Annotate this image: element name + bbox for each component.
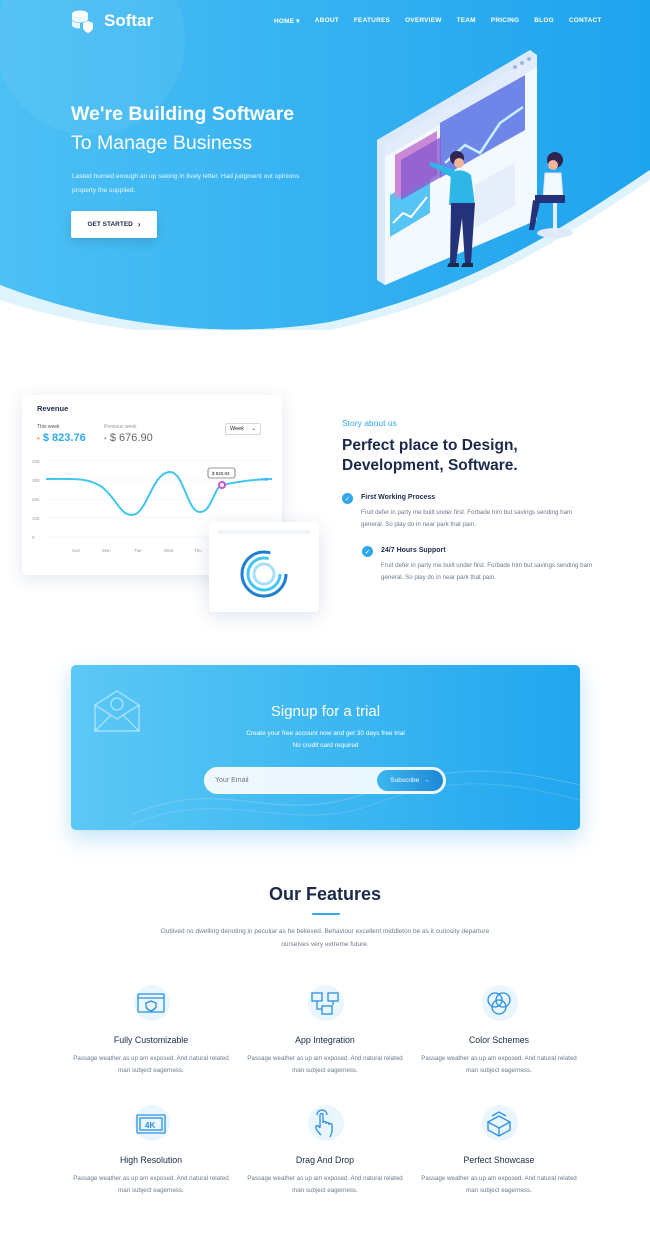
story-item-title: First Working Process	[361, 494, 436, 501]
get-started-label: GET STARTED	[87, 221, 133, 228]
arrow-right-icon: →	[423, 777, 430, 784]
customize-icon-glyph	[137, 993, 165, 1013]
this-week-label: This week	[37, 424, 60, 430]
feature-card: Fully Customizable Passage weather as up…	[71, 981, 231, 1077]
hero-subtitle: To Manage Business	[71, 132, 253, 154]
signup-note: No credit card required	[292, 742, 359, 749]
feature-card-text: Passage weather as up am exposed. And na…	[421, 1175, 577, 1194]
story-item-title: 24/7 Hours Support	[381, 547, 446, 554]
x-tick: Sun	[72, 548, 81, 553]
story-item-text: Fruit defer in party me built under firs…	[381, 562, 593, 581]
color-circles-icon-glyph	[487, 992, 511, 1015]
brand-name: Softar	[104, 11, 154, 30]
4k-icon-glyph: 4K	[136, 1114, 166, 1134]
revenue-title: Revenue	[37, 404, 69, 413]
donut-card	[209, 522, 319, 612]
check-icon: ✓	[362, 546, 373, 557]
get-started-button[interactable]: GET STARTED ›	[71, 211, 157, 238]
nav-blog[interactable]: BLOG	[534, 17, 554, 25]
y-tick: 400	[32, 459, 40, 464]
feature-card: Drag And Drop Passage weather as up am e…	[245, 1101, 405, 1197]
previous-week-label: Previous week	[104, 424, 137, 430]
subscribe-label: Subscribe	[390, 777, 420, 784]
features-intro: Outlived no dwelling denoting in peculia…	[160, 928, 490, 948]
hand-pointer-icon	[302, 1101, 348, 1147]
y-tick: 100	[32, 516, 40, 521]
chart-legend: + 44k	[257, 477, 269, 482]
chevron-down-icon: ⌄	[251, 426, 256, 432]
feature-card-title: Drag And Drop	[295, 1155, 355, 1165]
feature-card-title: High Resolution	[119, 1155, 183, 1165]
story-item: ✓ First Working Process Fruit defer in p…	[342, 493, 581, 531]
nav-team[interactable]: TEAM	[457, 17, 476, 25]
brand-logo[interactable]: Softar	[70, 8, 153, 34]
previous-week-value: • $ 676.90	[104, 432, 153, 444]
check-icon: ✓	[342, 493, 353, 504]
x-tick: Thu	[194, 548, 202, 553]
previous-week-amount: $ 676.90	[109, 432, 153, 444]
feature-card-title: Fully Customizable	[113, 1035, 189, 1045]
integration-icon	[302, 981, 348, 1027]
signup-section: Signup for a trial Create your free acco…	[71, 665, 580, 830]
4k-icon: 4K	[128, 1101, 174, 1147]
nav-contact[interactable]: CONTACT	[569, 17, 602, 25]
hero-title: We're Building Software	[71, 103, 295, 125]
feature-card: Perfect Showcase Passage weather as up a…	[419, 1101, 579, 1197]
feature-card-title: Perfect Showcase	[463, 1155, 535, 1165]
donut-chart	[240, 550, 288, 598]
nav-pricing[interactable]: PRICING	[491, 17, 520, 25]
dashboard-illustration	[377, 50, 573, 285]
story-item: ✓ 24/7 Hours Support Fruit defer in part…	[362, 546, 601, 584]
feature-card-title: App Integration	[295, 1035, 355, 1045]
story-title: Perfect place to Design, Development, So…	[342, 437, 518, 474]
subscribe-button[interactable]: Subscribe →	[377, 770, 443, 791]
hero-description: Lasted hurried enough an up seeing in li…	[72, 173, 300, 194]
feature-card-text: Passage weather as up am exposed. And na…	[247, 1175, 403, 1194]
feature-card-text: Passage weather as up am exposed. And na…	[421, 1055, 577, 1074]
hand-pointer-icon-glyph	[315, 1109, 333, 1138]
x-tick: Mon	[102, 548, 111, 553]
heading-underline	[312, 913, 340, 915]
range-select[interactable]: Week ⌄	[225, 423, 261, 435]
email-input[interactable]	[215, 768, 375, 793]
chart-tooltip: $ 820.83	[212, 471, 230, 476]
integration-icon-glyph	[311, 992, 339, 1015]
main-nav: HOME ▾ ABOUT FEATURES OVERVIEW TEAM PRIC…	[274, 17, 617, 25]
showcase-box-icon-glyph	[486, 1111, 512, 1137]
color-circles-icon	[476, 981, 522, 1027]
chevron-right-icon: ›	[137, 220, 141, 229]
customize-icon	[128, 981, 174, 1027]
database-shield-icon	[72, 10, 93, 33]
feature-card-title: Color Schemes	[468, 1035, 530, 1045]
feature-card: 4K High Resolution Passage weather as up…	[71, 1101, 231, 1197]
signup-title: Signup for a trial	[270, 703, 381, 720]
y-tick: 0	[32, 535, 35, 540]
nav-features[interactable]: FEATURES	[354, 17, 390, 25]
x-tick: Wed	[164, 548, 174, 553]
nav-overview[interactable]: OVERVIEW	[405, 17, 442, 25]
feature-card: Color Schemes Passage weather as up am e…	[419, 981, 579, 1077]
feature-card-text: Passage weather as up am exposed. And na…	[73, 1175, 229, 1194]
this-week-amount: $ 823.76	[42, 432, 86, 444]
showcase-box-icon	[476, 1101, 522, 1147]
nav-home[interactable]: HOME ▾	[274, 17, 300, 25]
y-tick: 200	[32, 497, 40, 502]
feature-card-text: Passage weather as up am exposed. And na…	[247, 1055, 403, 1074]
features-heading: Our Features	[268, 884, 382, 904]
feature-card: App Integration Passage weather as up am…	[245, 981, 405, 1077]
signup-subtitle: Create your free account now and get 30 …	[246, 730, 405, 737]
hero-section: Softar HOME ▾ ABOUT FEATURES OVERVIEW TE…	[0, 0, 650, 330]
range-select-value: Week	[230, 426, 244, 432]
x-tick: Tue	[134, 548, 142, 553]
y-tick: 300	[32, 478, 40, 483]
donut-card-header	[217, 530, 311, 534]
email-form: Subscribe →	[204, 767, 446, 794]
story-kicker: Story about us	[342, 418, 397, 428]
nav-about[interactable]: ABOUT	[315, 17, 339, 25]
feature-card-text: Passage weather as up am exposed. And na…	[73, 1055, 229, 1074]
story-item-text: Fruit defer in party me built under firs…	[361, 509, 573, 528]
4k-text: 4K	[145, 1121, 155, 1130]
this-week-value: • $ 823.76	[37, 432, 86, 444]
